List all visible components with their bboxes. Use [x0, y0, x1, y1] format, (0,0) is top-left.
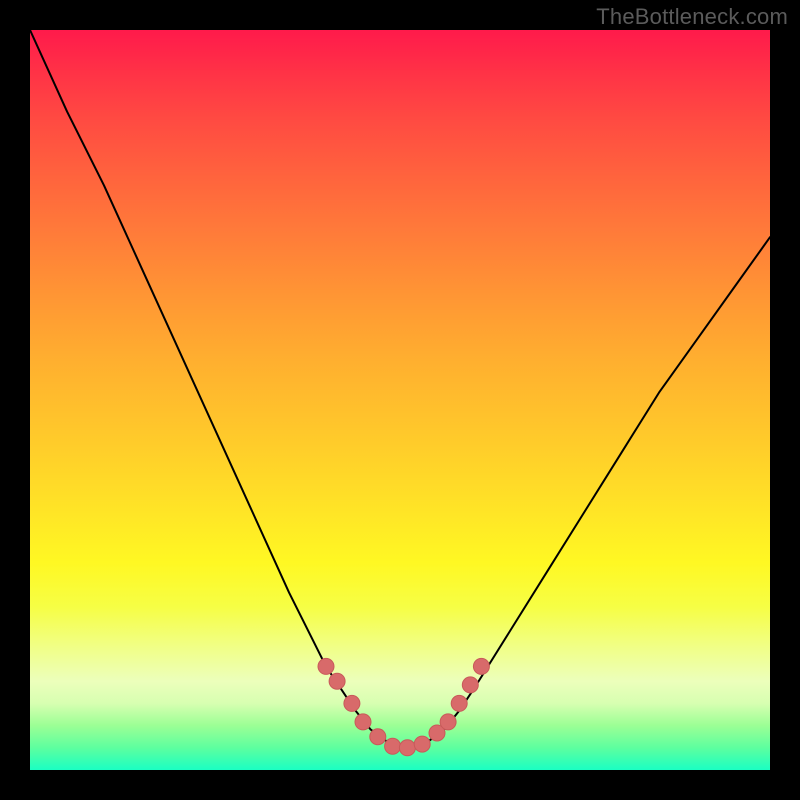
curve-marker — [385, 738, 401, 754]
outer-frame: TheBottleneck.com — [0, 0, 800, 800]
curve-marker — [414, 736, 430, 752]
curve-marker — [440, 714, 456, 730]
curve-marker — [451, 695, 467, 711]
curve-marker — [370, 729, 386, 745]
curve-marker — [399, 740, 415, 756]
curve-marker — [329, 673, 345, 689]
chart-svg — [30, 30, 770, 770]
curve-marker — [355, 714, 371, 730]
curve-marker — [473, 658, 489, 674]
watermark-text: TheBottleneck.com — [596, 4, 788, 30]
bottleneck-curve — [30, 30, 770, 748]
curve-marker — [462, 677, 478, 693]
curve-marker — [344, 695, 360, 711]
curve-marker — [318, 658, 334, 674]
plot-area — [30, 30, 770, 770]
marker-group — [318, 658, 489, 755]
